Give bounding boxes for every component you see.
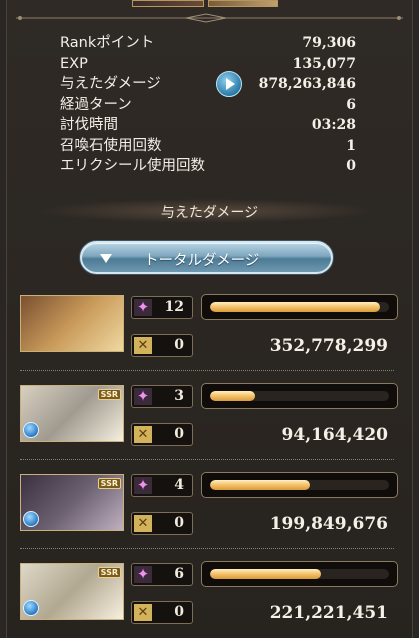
water-element-icon <box>23 511 39 527</box>
triangle-down-icon <box>100 254 112 263</box>
damage-value: 221,221,451 <box>269 603 388 623</box>
water-element-icon <box>23 422 39 438</box>
stat-value: 03:28 <box>311 117 356 133</box>
party-member-row: ✦ 12 ✕ 0 352,778,299 <box>0 292 419 372</box>
stat-summon-uses: 召喚石使用回数 1 <box>60 136 356 157</box>
attack-count: ✦ 4 <box>131 474 193 497</box>
break-count: ✕ 0 <box>131 601 193 624</box>
character-portrait[interactable]: SSR <box>20 563 124 620</box>
stat-exp: EXP 135,077 <box>60 54 356 75</box>
stat-clear-time: 討伐時間 03:28 <box>60 115 356 136</box>
stat-value: 0 <box>346 158 356 174</box>
stat-label: 与えたダメージ <box>60 76 161 92</box>
stat-elixir-uses: エリクシール使用回数 0 <box>60 156 356 177</box>
attack-count: ✦ 12 <box>131 296 193 319</box>
damage-share-track <box>210 391 389 401</box>
ssr-badge: SSR <box>97 389 121 400</box>
party-member-row: SSR ✦ 6 ✕ 0 221,221,451 <box>0 559 419 638</box>
total-damage-dropdown-button[interactable]: トータルダメージ <box>80 241 333 274</box>
break-count-value: 0 <box>174 515 184 531</box>
stat-label: 経過ターン <box>60 96 132 113</box>
top-summon-thumbnails <box>132 0 278 7</box>
attack-count-value: 6 <box>174 566 184 582</box>
top-thumb-1 <box>132 0 204 7</box>
stat-label: Rankポイント <box>60 35 155 51</box>
damage-share-track <box>210 569 389 579</box>
stat-label: エリクシール使用回数 <box>60 158 205 174</box>
attack-count: ✦ 6 <box>131 563 193 586</box>
sparkle-icon: ✦ <box>134 477 152 494</box>
damage-share-bar <box>201 561 398 587</box>
ssr-badge: SSR <box>97 478 121 489</box>
stat-value: 135,077 <box>292 55 356 72</box>
damage-share-fill <box>210 569 321 579</box>
stat-value: 1 <box>346 137 356 154</box>
total-damage-label: トータルダメージ <box>144 253 260 269</box>
cross-icon: ✕ <box>134 515 152 532</box>
break-count-value: 0 <box>174 337 184 353</box>
row-divider <box>20 548 394 549</box>
cross-icon: ✕ <box>134 604 152 621</box>
damage-value: 94,164,420 <box>281 425 388 445</box>
damage-value: 199,849,676 <box>269 514 388 534</box>
cross-icon: ✕ <box>134 337 152 354</box>
damage-value: 352,778,299 <box>269 336 388 356</box>
stat-value: 878,263,846 <box>258 76 356 92</box>
stat-label: 召喚石使用回数 <box>60 137 162 154</box>
damage-share-bar <box>201 383 398 409</box>
row-divider <box>20 459 394 460</box>
stat-value: 6 <box>346 96 356 113</box>
section-title: 与えたダメージ <box>160 205 259 221</box>
water-element-icon <box>23 600 39 616</box>
damage-share-fill <box>210 480 311 490</box>
play-icon[interactable] <box>216 71 242 97</box>
cross-icon: ✕ <box>134 426 152 443</box>
battle-stats: Rankポイント 79,306 EXP 135,077 与えたダメージ 878,… <box>60 33 356 177</box>
attack-count: ✦ 3 <box>131 385 193 408</box>
stat-label: 討伐時間 <box>60 117 118 133</box>
stat-label: EXP <box>60 55 88 72</box>
damage-share-bar <box>201 294 398 320</box>
sparkle-icon: ✦ <box>134 566 152 583</box>
damage-share-bar <box>201 472 398 498</box>
character-portrait[interactable]: SSR <box>20 474 124 531</box>
break-count: ✕ 0 <box>131 512 193 535</box>
party-member-row: SSR ✦ 3 ✕ 0 94,164,420 <box>0 381 419 461</box>
break-count: ✕ 0 <box>131 334 193 357</box>
character-portrait[interactable] <box>20 295 124 352</box>
stat-turns: 経過ターン 6 <box>60 95 356 116</box>
break-count-value: 0 <box>174 604 184 620</box>
stat-damage-dealt: 与えたダメージ 878,263,846 <box>60 71 356 97</box>
attack-count-value: 4 <box>174 477 184 493</box>
damage-share-fill <box>210 302 381 312</box>
sparkle-icon: ✦ <box>134 388 152 405</box>
sparkle-icon: ✦ <box>134 299 152 316</box>
stat-rank-points: Rankポイント 79,306 <box>60 33 356 54</box>
character-portrait[interactable]: SSR <box>20 385 124 442</box>
row-divider <box>20 370 394 371</box>
break-count: ✕ 0 <box>131 423 193 446</box>
party-member-row: SSR ✦ 4 ✕ 0 199,849,676 <box>0 470 419 550</box>
damage-share-track <box>210 480 389 490</box>
damage-share-fill <box>210 391 255 401</box>
break-count-value: 0 <box>174 426 184 442</box>
attack-count-value: 12 <box>164 299 184 315</box>
ssr-badge: SSR <box>97 567 121 578</box>
damage-share-track <box>210 302 389 312</box>
top-thumb-2 <box>208 0 278 7</box>
attack-count-value: 3 <box>174 388 184 404</box>
stat-value: 79,306 <box>302 35 356 51</box>
ornament-divider <box>16 13 403 23</box>
